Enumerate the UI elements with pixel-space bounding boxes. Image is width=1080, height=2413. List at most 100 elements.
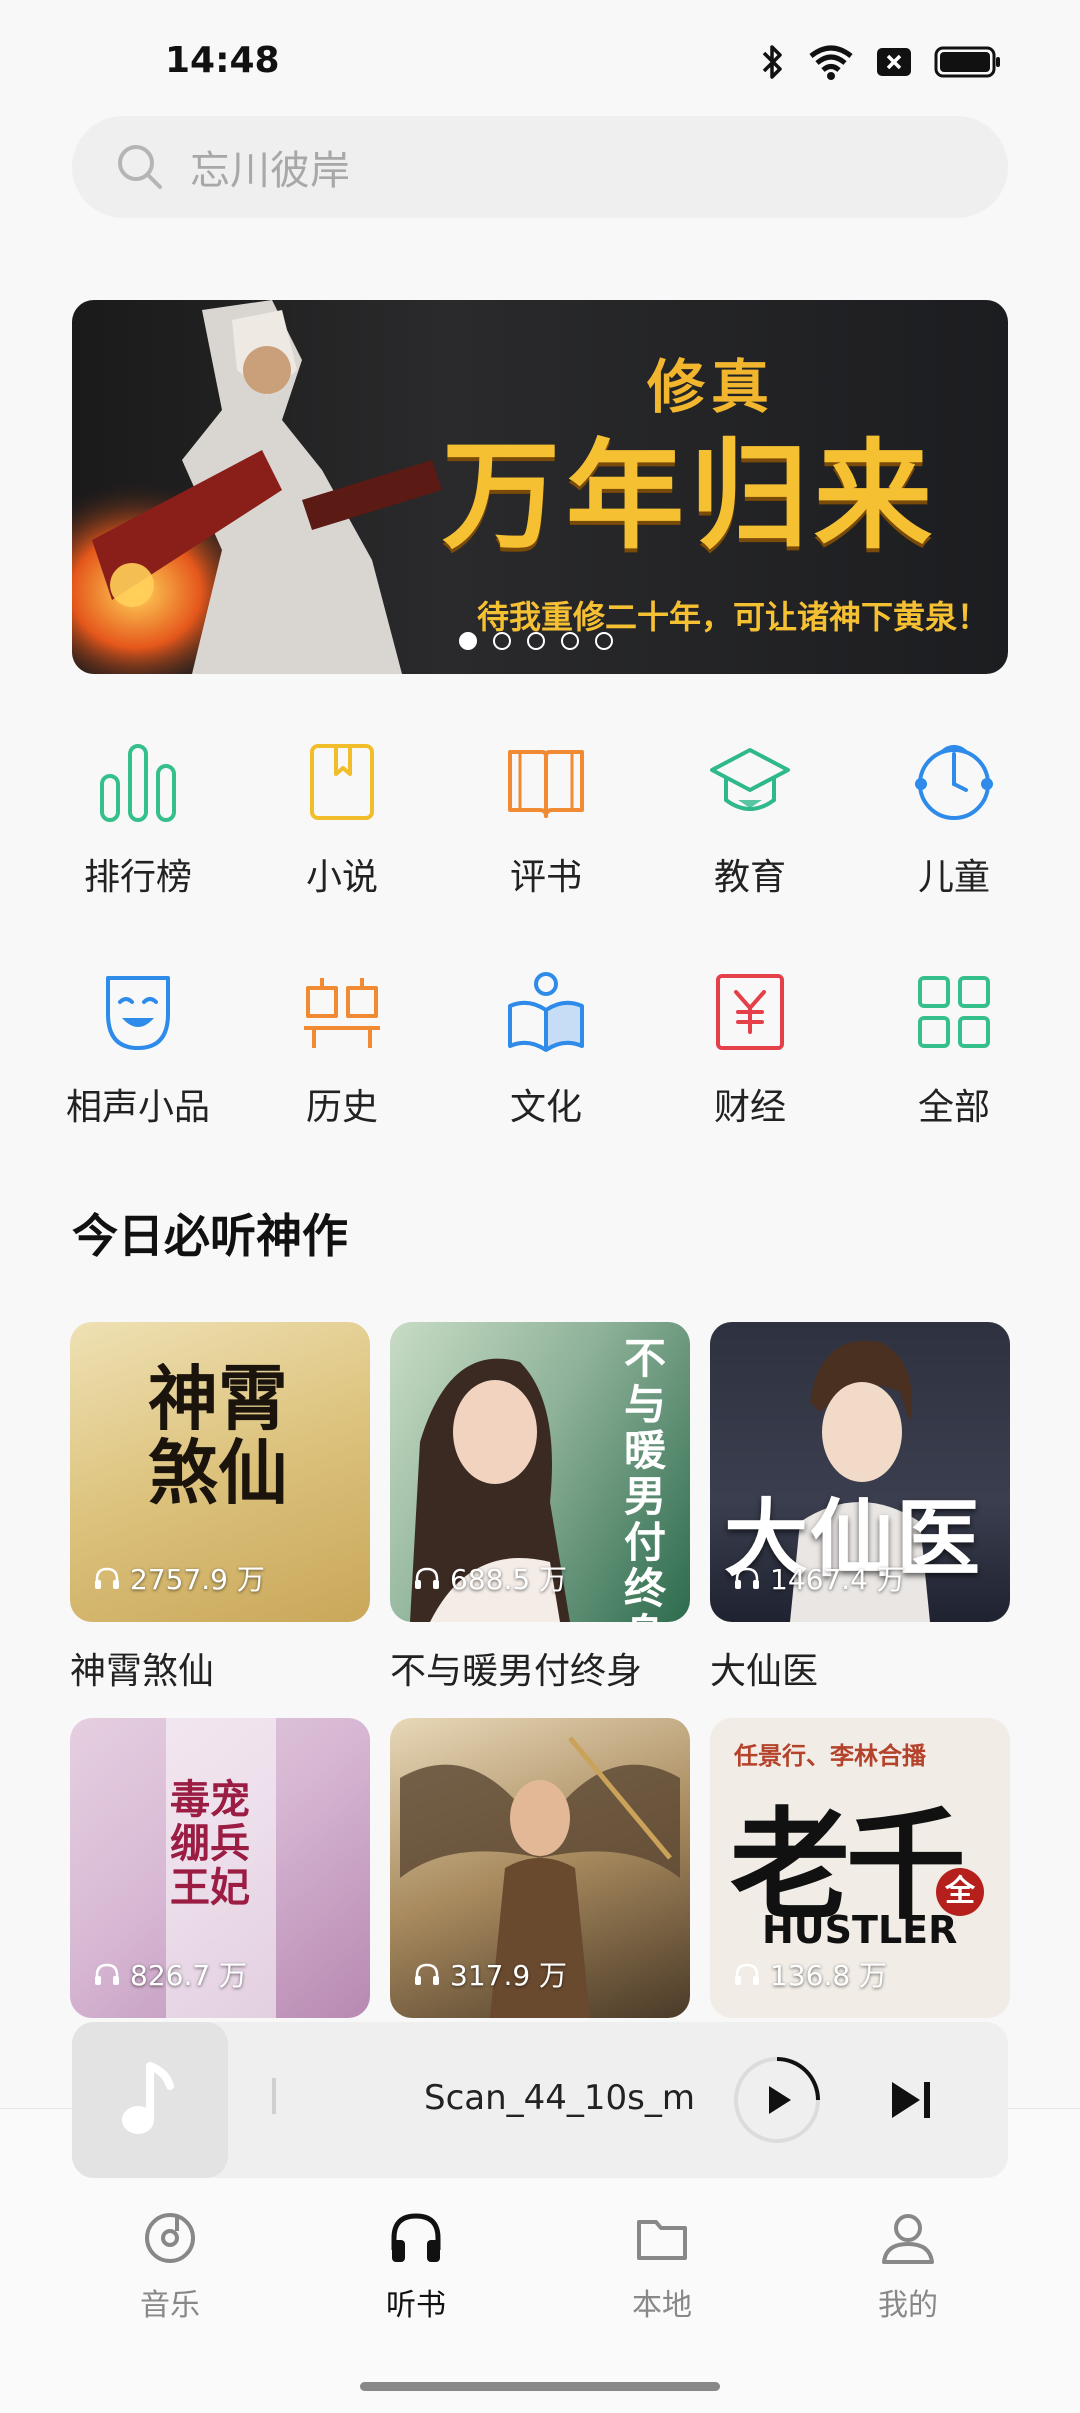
category-all[interactable]: 全部 — [874, 970, 1034, 1130]
folder-icon — [637, 2220, 687, 2260]
cover-subtitle: 任景行、李林合播 — [734, 1742, 926, 1770]
headphones-icon — [735, 1963, 759, 1985]
book-cover: 不与暖男付终身 688.5 万 — [390, 1322, 690, 1622]
book-card[interactable]: 毒宠绷兵王妃 826.7 万 — [70, 1718, 370, 2018]
play-count: 826.7 万 — [94, 1954, 247, 1994]
home-indicator[interactable] — [360, 2382, 720, 2391]
category-label: 排行榜 — [83, 857, 192, 898]
wifi-icon — [809, 45, 853, 80]
play-count-value: 317.9 万 — [450, 1959, 568, 1992]
graduation-cap-icon — [710, 748, 790, 811]
headphones-icon — [415, 1567, 439, 1589]
culture-book-icon — [508, 972, 584, 1052]
category-label: 教育 — [713, 857, 786, 898]
book-cover: 神霄煞仙 2757.9 万 — [70, 1322, 370, 1622]
nav-music[interactable]: 音乐 — [90, 2210, 250, 2324]
category-finance[interactable]: 财经 — [670, 970, 830, 1130]
player-lyric-placeholder — [272, 2078, 276, 2114]
category-label: 评书 — [509, 857, 582, 898]
category-label: 儿童 — [917, 857, 990, 898]
headphones-icon — [95, 1963, 119, 1985]
category-culture[interactable]: 文化 — [466, 970, 626, 1130]
banner-dot[interactable] — [459, 632, 477, 650]
category-children[interactable]: 儿童 — [874, 740, 1034, 900]
category-label: 小说 — [305, 857, 378, 898]
child-face-icon — [915, 745, 993, 820]
book-title: 神霄煞仙 — [70, 1651, 215, 1692]
headphones-icon — [95, 1567, 119, 1589]
book-cover: 317.9 万 — [390, 1718, 690, 2018]
nav-audiobooks[interactable]: 听书 — [336, 2210, 496, 2324]
category-novel[interactable]: 小说 — [262, 740, 422, 900]
category-ranking[interactable]: 排行榜 — [58, 740, 218, 900]
status-icons — [760, 40, 1002, 84]
headphones-icon — [391, 2213, 441, 2262]
book-title: 大仙医 — [710, 1651, 819, 1692]
book-cover: 任景行、李林合播 老千 HUSTLER 全 136.8 万 — [710, 1718, 1010, 2018]
search-icon — [118, 145, 162, 189]
mini-player[interactable]: Scan_44_10s_m_ — [72, 2022, 1008, 2178]
category-label: 全部 — [917, 1087, 990, 1128]
music-disc-icon — [145, 2213, 195, 2263]
play-count: 1467.4 万 — [734, 1558, 905, 1598]
battery-icon — [934, 46, 1000, 78]
banner-title: 万年归来 — [442, 427, 939, 565]
user-icon — [882, 2214, 934, 2264]
bluetooth-icon — [762, 45, 782, 79]
nav-label: 本地 — [632, 2288, 692, 2323]
cover-title: 毒宠绷兵王妃 — [170, 1777, 250, 1911]
next-track-button[interactable] — [888, 2076, 934, 2124]
player-artwork — [72, 2022, 228, 2178]
section-title: 今日必听神作 — [72, 1209, 348, 1263]
promo-banner[interactable]: 修真 万年归来 待我重修二十年，可让诸神下黄泉！ — [72, 300, 1008, 674]
search-placeholder: 忘川彼岸 — [190, 148, 350, 194]
search-bar[interactable]: 忘川彼岸 — [72, 116, 1008, 218]
yuan-icon — [716, 974, 784, 1050]
open-book-icon — [508, 750, 584, 818]
cover-english: HUSTLER — [762, 1908, 958, 1952]
play-count: 2757.9 万 — [94, 1558, 265, 1598]
player-track-title: Scan_44_10s_m_ — [424, 2078, 694, 2118]
book-title: 不与暖男付终身 — [390, 1651, 643, 1692]
category-label: 历史 — [305, 1087, 378, 1128]
banner-dot[interactable] — [595, 632, 613, 650]
grid-icon — [918, 976, 990, 1048]
play-count-value: 688.5 万 — [450, 1563, 568, 1596]
history-building-icon — [304, 978, 380, 1048]
play-count: 688.5 万 — [414, 1558, 567, 1598]
category-label: 财经 — [713, 1087, 786, 1128]
category-crosstalk[interactable]: 相声小品 — [58, 970, 218, 1130]
book-bookmark-icon — [310, 744, 374, 820]
banner-dot[interactable] — [561, 632, 579, 650]
book-cover: 毒宠绷兵王妃 826.7 万 — [70, 1718, 370, 2018]
book-card[interactable]: 大仙医 1467.4 万 大仙医 — [710, 1322, 1010, 1694]
sim-icon — [877, 48, 911, 76]
play-button[interactable] — [732, 2055, 822, 2145]
play-count-value: 1467.4 万 — [770, 1563, 905, 1596]
music-note-icon — [122, 2062, 174, 2134]
cover-badge: 全 — [936, 1868, 984, 1916]
nav-local[interactable]: 本地 — [582, 2210, 742, 2324]
play-count-value: 136.8 万 — [770, 1959, 888, 1992]
book-card[interactable]: 神霄煞仙 2757.9 万 神霄煞仙 — [70, 1322, 370, 1694]
banner-dot[interactable] — [527, 632, 545, 650]
category-education[interactable]: 教育 — [670, 740, 830, 900]
play-count: 136.8 万 — [734, 1954, 887, 1994]
book-card[interactable]: 不与暖男付终身 688.5 万 不与暖男付终身 — [390, 1322, 690, 1694]
banner-pagination — [459, 632, 613, 650]
nav-mine[interactable]: 我的 — [828, 2210, 988, 2324]
category-storytelling[interactable]: 评书 — [466, 740, 626, 900]
banner-dot[interactable] — [493, 632, 511, 650]
nav-label: 我的 — [878, 2288, 938, 2323]
banner-hero-illustration — [72, 300, 502, 674]
category-history[interactable]: 历史 — [262, 970, 422, 1130]
nav-label: 听书 — [386, 2288, 446, 2323]
book-card[interactable]: 任景行、李林合播 老千 HUSTLER 全 136.8 万 — [710, 1718, 1010, 2018]
headphones-icon — [735, 1567, 759, 1589]
category-label: 相声小品 — [65, 1087, 210, 1128]
play-count: 317.9 万 — [414, 1954, 567, 1994]
book-card[interactable]: 317.9 万 — [390, 1718, 690, 2018]
mask-icon — [106, 976, 170, 1050]
cover-title: 神霄煞仙 — [148, 1358, 288, 1514]
headphones-icon — [415, 1963, 439, 1985]
